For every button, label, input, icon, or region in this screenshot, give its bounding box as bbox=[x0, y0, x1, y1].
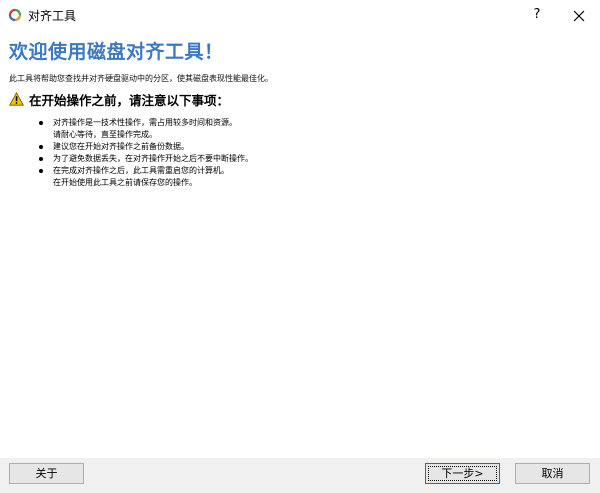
next-button[interactable]: 下一步> bbox=[425, 463, 500, 484]
list-item: 对齐操作是一技术性操作，需占用较多时间和资源。 请耐心等待，直至操作完成。 bbox=[39, 117, 253, 141]
list-item-text: 在开始使用此工具之前请保存您的操作。 bbox=[53, 178, 197, 187]
list-item-text: 建议您在开始对齐操作之前备份数据。 bbox=[53, 142, 189, 151]
app-icon bbox=[7, 7, 23, 23]
title-bar: 对齐工具 ? bbox=[0, 0, 600, 30]
bullet-icon bbox=[39, 157, 43, 161]
help-button[interactable]: ? bbox=[524, 4, 550, 26]
bullet-icon bbox=[39, 169, 43, 173]
bullet-icon bbox=[39, 145, 43, 149]
button-bar bbox=[0, 458, 600, 493]
warning-icon bbox=[9, 91, 24, 106]
list-item: 为了避免数据丢失，在对齐操作开始之后不要中断操作。 bbox=[39, 153, 253, 165]
list-item-text: 在完成对齐操作之后，此工具需重启您的计算机。 bbox=[53, 166, 229, 175]
cancel-button[interactable]: 取消 bbox=[515, 463, 590, 484]
close-icon bbox=[573, 10, 585, 21]
list-item-text: 请耐心等待，直至操作完成。 bbox=[53, 130, 157, 139]
intro-text: 此工具将帮助您查找并对齐硬盘驱动中的分区，使其磁盘表现性能最佳化。 bbox=[9, 74, 273, 83]
list-item: 在完成对齐操作之后，此工具需重启您的计算机。 在开始使用此工具之前请保存您的操作… bbox=[39, 165, 253, 189]
close-button[interactable] bbox=[566, 4, 592, 26]
window-title: 对齐工具 bbox=[28, 9, 77, 23]
list-item: 建议您在开始对齐操作之前备份数据。 bbox=[39, 141, 253, 153]
warning-title: 在开始操作之前，请注意以下事项： bbox=[29, 93, 230, 108]
list-item-text: 对齐操作是一技术性操作，需占用较多时间和资源。 bbox=[53, 118, 237, 127]
about-button[interactable]: 关于 bbox=[9, 463, 84, 484]
page-title: 欢迎使用磁盘对齐工具！ bbox=[9, 41, 224, 63]
focus-rect bbox=[428, 466, 497, 481]
list-item-text: 为了避免数据丢失，在对齐操作开始之后不要中断操作。 bbox=[53, 154, 253, 163]
bullet-icon bbox=[39, 121, 43, 125]
notice-list: 对齐操作是一技术性操作，需占用较多时间和资源。 请耐心等待，直至操作完成。 建议… bbox=[39, 117, 253, 189]
